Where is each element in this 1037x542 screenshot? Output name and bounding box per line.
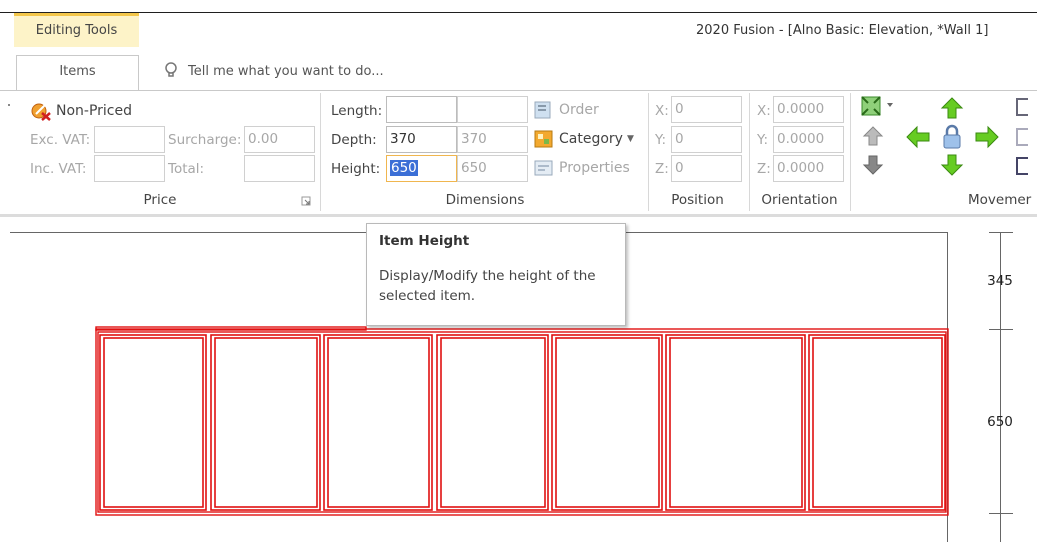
non-priced-icon — [31, 103, 51, 121]
tooltip-item-height: Item Height Display/Modify the height of… — [366, 223, 626, 326]
position-y-field[interactable]: 0 — [671, 126, 742, 153]
tooltip-title: Item Height — [379, 233, 470, 249]
total-field[interactable] — [244, 155, 315, 182]
order-icon — [534, 101, 551, 119]
depth-alt-field[interactable]: 370 — [457, 126, 528, 153]
align-icon[interactable] — [1016, 157, 1028, 175]
height-label: Height: — [331, 161, 381, 177]
separator — [850, 93, 851, 211]
depth-label: Depth: — [331, 132, 377, 148]
app-title: 2020 Fusion - [Alno Basic: Elevation, *W… — [696, 23, 989, 38]
arrow-right-icon[interactable] — [974, 125, 1000, 149]
properties-label: Properties — [559, 160, 630, 176]
zoom-extents-icon[interactable] — [860, 95, 898, 117]
lock-icon[interactable] — [941, 124, 963, 150]
surcharge-field[interactable]: 0.00 — [244, 126, 315, 153]
total-label: Total: — [168, 161, 205, 177]
height-alt-field[interactable]: 650 — [457, 155, 528, 182]
align-icon[interactable] — [1016, 128, 1028, 146]
orientation-group-label: Orientation — [761, 192, 838, 208]
movement-group-label: Movemer — [968, 192, 1032, 208]
position-z-field[interactable]: 0 — [671, 155, 742, 182]
length-label: Length: — [331, 103, 383, 119]
order-label: Order — [559, 102, 599, 118]
orientation-x-label: X: — [757, 103, 771, 119]
category-icon — [534, 130, 553, 148]
length-alt-field[interactable] — [457, 96, 528, 123]
separator — [749, 93, 750, 211]
inc-vat-label: Inc. VAT: — [30, 161, 87, 177]
orientation-x-field[interactable]: 0.0000 — [773, 96, 844, 123]
orientation-z-label: Z: — [757, 161, 771, 177]
position-group-label: Position — [671, 192, 724, 208]
surcharge-label: Surcharge: — [168, 132, 242, 148]
chevron-down-icon: ▼ — [626, 134, 634, 144]
arrow-down-icon[interactable] — [940, 153, 964, 177]
position-z-label: Z: — [655, 161, 669, 177]
depth-field[interactable]: 370 — [386, 126, 457, 153]
window-top-border — [0, 12, 1037, 13]
height-selected-text: 650 — [390, 160, 418, 176]
price-group-label: Price — [143, 192, 177, 208]
non-priced-label: Non-Priced — [56, 103, 133, 119]
align-icon[interactable] — [1016, 98, 1028, 116]
tell-me-text: Tell me what you want to do... — [188, 63, 384, 79]
length-field[interactable] — [386, 96, 457, 123]
lightbulb-icon — [165, 62, 177, 77]
context-tab-editing-tools[interactable]: Editing Tools — [14, 13, 139, 47]
arrow-up-icon[interactable] — [940, 96, 964, 120]
orientation-z-field[interactable]: 0.0000 — [773, 155, 844, 182]
category-button[interactable]: Category ▼ — [533, 128, 634, 150]
dimensions-group-label: Dimensions — [445, 192, 525, 208]
position-x-field[interactable]: 0 — [671, 96, 742, 123]
ribbon-marker — [8, 104, 10, 106]
non-priced-button[interactable]: Non-Priced — [30, 100, 132, 122]
arrow-down-icon[interactable] — [862, 154, 884, 176]
height-field[interactable]: 650 — [386, 155, 457, 182]
tab-items[interactable]: Items — [16, 55, 139, 90]
properties-icon — [534, 160, 553, 176]
arrow-up-icon[interactable] — [862, 125, 884, 147]
category-label: Category — [559, 131, 623, 147]
order-button[interactable]: Order — [533, 99, 599, 121]
orientation-y-field[interactable]: 0.0000 — [773, 126, 844, 153]
exc-vat-label: Exc. VAT: — [30, 132, 91, 148]
dialog-launcher-icon[interactable] — [301, 196, 311, 206]
properties-button[interactable]: Properties — [533, 157, 630, 179]
position-y-label: Y: — [655, 132, 667, 148]
inc-vat-field[interactable] — [94, 155, 165, 182]
tooltip-body: Display/Modify the height of the selecte… — [379, 268, 596, 304]
separator — [320, 93, 321, 211]
tell-me-search[interactable]: Tell me what you want to do... — [164, 62, 384, 80]
arrow-left-icon[interactable] — [905, 125, 931, 149]
position-x-label: X: — [655, 103, 669, 119]
separator — [648, 93, 649, 211]
orientation-y-label: Y: — [757, 132, 769, 148]
exc-vat-field[interactable] — [94, 126, 165, 153]
